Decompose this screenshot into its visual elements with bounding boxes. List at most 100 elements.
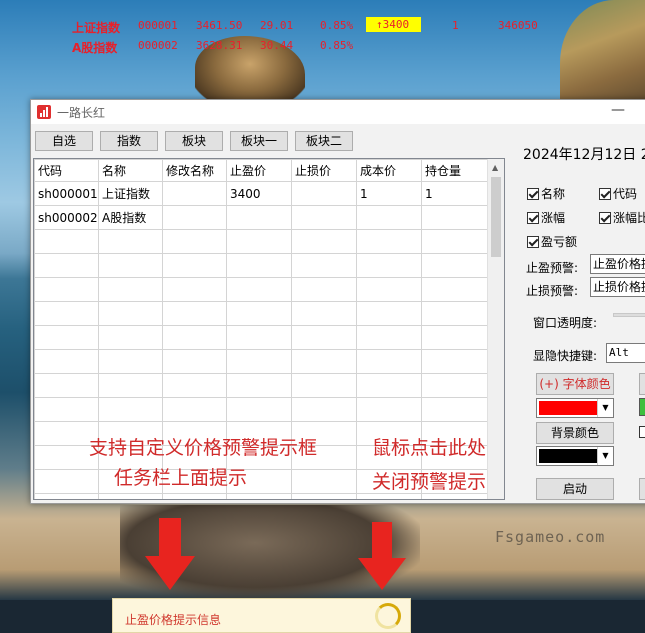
checkbox-change[interactable]: 涨幅 <box>527 209 565 226</box>
table-cell[interactable]: 上证指数 <box>98 181 163 206</box>
font-color-picker[interactable]: ▼ <box>536 398 614 418</box>
checkbox-name[interactable]: 名称 <box>527 185 565 202</box>
table-cell[interactable] <box>226 205 292 230</box>
checkbox-icon[interactable] <box>527 187 539 200</box>
font-color-fill <box>539 401 597 415</box>
column-header[interactable]: 成本价 <box>356 159 422 182</box>
table-cell[interactable] <box>291 181 357 206</box>
checkbox-icon[interactable] <box>599 187 611 200</box>
ticker-percent: 0.85% <box>320 39 354 52</box>
background-color-picker[interactable]: ▼ <box>536 446 614 466</box>
price-ticker[interactable]: 上证指数 000001 3461.50 29.01 0.85% ↑3400 1 … <box>70 16 630 56</box>
start-button[interactable]: 启动 <box>536 478 614 500</box>
tab-sector-one[interactable]: 板块一 <box>230 131 288 151</box>
scroll-up-icon[interactable]: ▲ <box>492 163 498 172</box>
ticker-alert[interactable]: ↑3400 <box>366 17 422 32</box>
ticker-change: 29.01 <box>260 19 294 32</box>
background-color-fill <box>539 449 597 463</box>
hotkey-input[interactable]: Alt <box>606 343 645 363</box>
arrow-down-icon <box>145 518 195 590</box>
dropdown-arrow-icon[interactable]: ▼ <box>597 447 613 465</box>
table-cell[interactable]: sh000001 <box>34 181 99 206</box>
table-row-empty <box>34 349 490 374</box>
column-header[interactable]: 修改名称 <box>162 159 227 182</box>
ticker-name: 上证指数 <box>72 21 121 35</box>
annotation-left-1: 支持自定义价格预警提示框 <box>89 437 318 459</box>
loading-spinner-icon <box>375 603 401 629</box>
datetime-display: 2024年12月12日 23 <box>523 147 645 163</box>
background-color-button[interactable]: 背景颜色 <box>536 422 614 444</box>
tab-sector[interactable]: 板块 <box>165 131 223 151</box>
hotkey-label: 显隐快捷键: <box>533 349 598 363</box>
table-row-empty <box>34 277 490 302</box>
table-row-empty <box>34 253 490 278</box>
ticker-code: 000001 <box>138 19 178 32</box>
ticker-name: A股指数 <box>72 41 118 55</box>
checkbox-icon[interactable] <box>527 235 539 248</box>
ticker-price: 3461.50 <box>196 19 243 32</box>
table-row[interactable]: sh000002 A股指数 <box>34 205 490 230</box>
tab-watchlist[interactable]: 自选 <box>35 131 93 151</box>
vertical-scrollbar[interactable]: ▲ <box>487 159 504 499</box>
opacity-slider[interactable] <box>613 313 645 317</box>
table-row-empty <box>34 493 490 499</box>
checkbox-icon[interactable] <box>527 211 539 224</box>
table-cell[interactable]: 1 <box>356 181 422 206</box>
table-row-empty <box>34 373 490 398</box>
checkbox-change-ratio[interactable]: 涨幅比 <box>599 209 645 226</box>
column-header[interactable]: 代码 <box>34 159 99 182</box>
extra-button[interactable] <box>639 373 645 395</box>
table-cell[interactable]: 3400 <box>226 181 292 206</box>
ticker-code: 000002 <box>138 39 178 52</box>
tab-bar: 自选 指数 板块 板块一 板块二 <box>35 131 353 151</box>
table-cell[interactable]: sh000002 <box>34 205 99 230</box>
table-header-row: 代码 名称 修改名称 止盈价 止损价 成本价 持仓量 <box>34 159 490 182</box>
table-cell[interactable]: A股指数 <box>98 205 163 230</box>
tab-index[interactable]: 指数 <box>100 131 158 151</box>
take-profit-select[interactable]: 止盈价格提 <box>590 254 645 274</box>
table-cell[interactable] <box>162 205 227 230</box>
ticker-row: 上证指数 000001 3461.50 29.01 0.85% ↑3400 1 … <box>70 16 630 36</box>
table-cell[interactable] <box>162 181 227 206</box>
title-bar[interactable]: 一路长红 — <box>31 100 645 124</box>
window-title: 一路长红 <box>57 105 106 120</box>
tab-sector-two[interactable]: 板块二 <box>295 131 353 151</box>
column-header[interactable]: 止损价 <box>291 159 357 182</box>
annotation-left-2: 任务栏上面提示 <box>114 467 248 489</box>
ticker-price: 3628.31 <box>196 39 243 52</box>
take-profit-label: 止盈预警: <box>526 261 579 275</box>
alert-toast[interactable]: 止盈价格提示信息 <box>112 598 411 633</box>
minimize-button[interactable]: — <box>611 102 625 118</box>
checkbox-code[interactable]: 代码 <box>599 185 637 202</box>
table-cell[interactable] <box>291 205 357 230</box>
table-cell[interactable] <box>356 205 422 230</box>
checkbox-icon[interactable] <box>599 211 611 224</box>
table-row-empty <box>34 229 490 254</box>
stop-loss-select[interactable]: 止损价格提 <box>590 277 645 297</box>
dropdown-arrow-icon[interactable]: ▼ <box>597 399 613 417</box>
scroll-thumb[interactable] <box>491 177 501 257</box>
column-header[interactable]: 止盈价 <box>226 159 292 182</box>
table-cell[interactable] <box>421 205 490 230</box>
ticker-amount: 346050 <box>498 19 538 32</box>
column-header[interactable]: 名称 <box>98 159 163 182</box>
ticker-qty: 1 <box>452 19 459 32</box>
column-header[interactable]: 持仓量 <box>421 159 490 182</box>
annotation-right-1: 鼠标点击此处 <box>372 437 487 459</box>
toast-text: 止盈价格提示信息 <box>125 613 222 627</box>
table-cell[interactable]: 1 <box>421 181 490 206</box>
watermark: Fsgameo.com <box>495 528 606 546</box>
color-swatch-green[interactable] <box>639 398 645 416</box>
font-color-button[interactable]: (+) 字体颜色 <box>536 373 614 395</box>
table-row-empty <box>34 301 490 326</box>
checkbox-profit-loss[interactable]: 盈亏额 <box>527 233 577 250</box>
table-row-empty <box>34 325 490 350</box>
checkbox-icon[interactable] <box>639 426 645 438</box>
opacity-label: 窗口透明度: <box>533 316 598 330</box>
extra-button[interactable] <box>639 478 645 500</box>
stop-loss-label: 止损预警: <box>526 284 579 298</box>
table-row[interactable]: sh000001 上证指数 3400 1 1 <box>34 181 490 206</box>
app-chart-icon <box>37 105 51 119</box>
table-row-empty <box>34 397 490 422</box>
ticker-change: 30.44 <box>260 39 294 52</box>
